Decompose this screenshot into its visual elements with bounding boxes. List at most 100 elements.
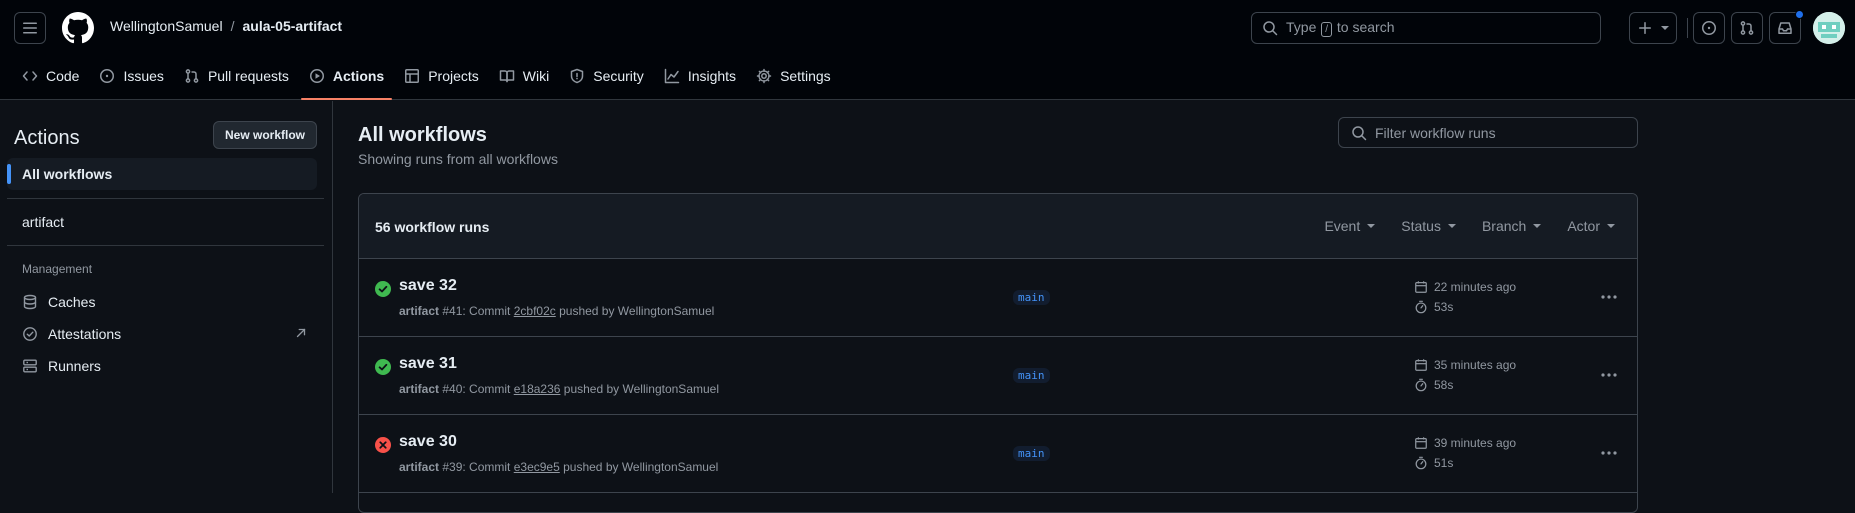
- run-timing: 35 minutes ago 58s: [1414, 357, 1516, 393]
- sidebar-title: Actions: [14, 127, 80, 149]
- git-pull-request-icon: [1739, 20, 1755, 36]
- tab-security[interactable]: Security: [561, 56, 652, 96]
- run-timing: 39 minutes ago 51s: [1414, 435, 1516, 471]
- run-number: #40: [442, 382, 463, 396]
- run-timing: 22 minutes ago 53s: [1414, 279, 1516, 315]
- book-icon: [499, 68, 515, 84]
- search-icon: [1351, 125, 1367, 141]
- search-placeholder: Type / to search: [1286, 19, 1395, 37]
- run-title-link[interactable]: save 30: [399, 433, 457, 451]
- commit-sha-link[interactable]: e18a236: [514, 382, 561, 396]
- unread-notification-dot: [1795, 10, 1804, 19]
- actor-filter-dropdown[interactable]: Actor: [1567, 218, 1615, 234]
- chevron-down-icon: [1533, 224, 1542, 228]
- workflow-run-row[interactable]: save 32 artifact #41: Commit 2cbf02c pus…: [359, 259, 1637, 337]
- event-filter-dropdown[interactable]: Event: [1324, 218, 1376, 234]
- breadcrumb: WellingtonSamuel / aula-05-artifact: [110, 18, 342, 34]
- run-title-link[interactable]: save 32: [399, 277, 457, 295]
- commit-sha-link[interactable]: e3ec9e5: [514, 460, 560, 474]
- branch-label[interactable]: main: [1013, 446, 1050, 461]
- filter-label: Actor: [1567, 218, 1600, 234]
- create-new-button[interactable]: [1629, 12, 1677, 44]
- run-title-link[interactable]: save 31: [399, 355, 457, 373]
- workflow-run-row[interactable]: save 30 artifact #39: Commit e3ec9e5 pus…: [359, 415, 1637, 493]
- tab-label: Wiki: [522, 68, 550, 84]
- header-divider: [1687, 18, 1688, 38]
- sidebar-item-all-workflows[interactable]: All workflows: [7, 158, 317, 190]
- sidebar-item-caches[interactable]: Caches: [7, 286, 317, 318]
- calendar-icon: [1414, 280, 1428, 294]
- kebab-horizontal-icon[interactable]: [1599, 287, 1619, 307]
- git-pull-request-icon: [184, 68, 200, 84]
- sidebar-item-runners[interactable]: Runners: [7, 350, 317, 382]
- filter-label: Branch: [1481, 218, 1527, 234]
- your-pull-requests-button[interactable]: [1731, 12, 1763, 44]
- search-icon: [1262, 20, 1278, 36]
- calendar-icon: [1414, 358, 1428, 372]
- filter-label: Status: [1401, 218, 1441, 234]
- tab-label: Projects: [428, 68, 479, 84]
- chevron-down-icon: [1661, 26, 1669, 30]
- global-search-input[interactable]: Type / to search: [1251, 12, 1601, 44]
- breadcrumb-separator: /: [230, 18, 235, 34]
- tab-label: Security: [593, 68, 644, 84]
- inbox-icon: [1777, 20, 1793, 36]
- link-external-icon: [294, 326, 308, 340]
- run-pushed-by: pushed by WellingtonSamuel: [559, 460, 719, 474]
- hamburger-menu-button[interactable]: [14, 12, 46, 44]
- tab-code[interactable]: Code: [14, 56, 87, 96]
- sidebar-divider: [7, 245, 324, 246]
- sidebar-item-label: Runners: [48, 358, 101, 374]
- tab-settings[interactable]: Settings: [748, 56, 839, 96]
- sidebar-item-attestations[interactable]: Attestations: [7, 318, 317, 350]
- filter-runs-input[interactable]: Filter workflow runs: [1338, 117, 1638, 148]
- tab-label: Issues: [123, 68, 164, 84]
- database-icon: [22, 294, 38, 310]
- status-filter-dropdown[interactable]: Status: [1401, 218, 1456, 234]
- sidebar-divider: [7, 198, 324, 199]
- plus-icon: [1637, 20, 1653, 36]
- run-commit-prefix: : Commit: [462, 460, 514, 474]
- tab-actions[interactable]: Actions: [300, 56, 393, 100]
- new-workflow-button[interactable]: New workflow: [213, 121, 317, 149]
- branch-label[interactable]: main: [1013, 290, 1050, 305]
- stopwatch-icon: [1414, 300, 1428, 314]
- stopwatch-icon: [1414, 378, 1428, 392]
- search-suffix: to search: [1336, 19, 1395, 35]
- management-heading: Management: [22, 262, 93, 276]
- branch-filter-dropdown[interactable]: Branch: [1481, 218, 1542, 234]
- server-icon: [22, 358, 38, 374]
- run-workflow-name: artifact: [399, 460, 440, 474]
- run-relative-time: 35 minutes ago: [1434, 358, 1517, 372]
- run-workflow-name: artifact: [399, 382, 440, 396]
- sidebar-item-artifact[interactable]: artifact: [7, 206, 317, 238]
- branch-label[interactable]: main: [1013, 368, 1050, 383]
- page-title: All workflows: [358, 124, 487, 146]
- run-commit-prefix: : Commit: [462, 304, 514, 318]
- commit-sha-link[interactable]: 2cbf02c: [514, 304, 556, 318]
- tab-insights[interactable]: Insights: [656, 56, 744, 96]
- tab-projects[interactable]: Projects: [396, 56, 487, 96]
- run-duration: 58s: [1434, 378, 1454, 392]
- stopwatch-icon: [1414, 456, 1428, 470]
- run-number: #41: [442, 304, 463, 318]
- breadcrumb-owner-link[interactable]: WellingtonSamuel: [110, 18, 223, 34]
- user-avatar[interactable]: [1813, 12, 1845, 44]
- graph-icon: [664, 68, 680, 84]
- three-bars-icon: [22, 20, 38, 36]
- tab-wiki[interactable]: Wiki: [491, 56, 557, 96]
- issue-opened-icon: [99, 68, 115, 84]
- tab-pull-requests[interactable]: Pull requests: [176, 56, 297, 96]
- workflow-run-row[interactable]: save 31 artifact #40: Commit e18a236 pus…: [359, 337, 1637, 415]
- tab-issues[interactable]: Issues: [91, 56, 171, 96]
- kebab-horizontal-icon[interactable]: [1599, 365, 1619, 385]
- check-circle-icon: [375, 359, 391, 375]
- github-logo-icon[interactable]: [62, 12, 94, 44]
- chevron-down-icon: [1607, 224, 1615, 228]
- breadcrumb-repo-link[interactable]: aula-05-artifact: [242, 18, 342, 34]
- run-number: #39: [442, 460, 463, 474]
- workflow-runs-list: 56 workflow runs Event Status Branch Act…: [358, 193, 1638, 513]
- kebab-horizontal-icon[interactable]: [1599, 443, 1619, 463]
- your-issues-button[interactable]: [1693, 12, 1725, 44]
- chevron-down-icon: [1367, 224, 1376, 228]
